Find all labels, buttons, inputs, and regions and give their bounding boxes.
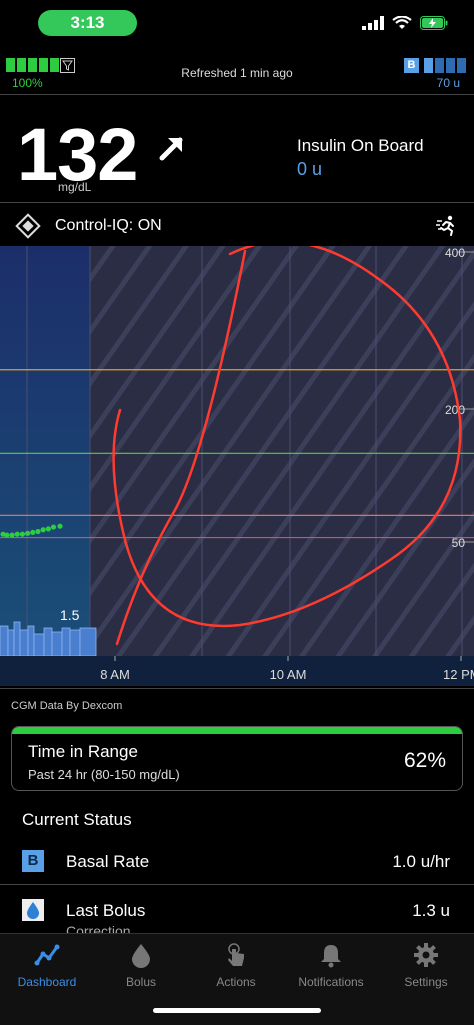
basal-bar xyxy=(27,625,35,657)
basal-bar xyxy=(0,625,9,657)
battery-charging-icon xyxy=(420,16,448,30)
divider xyxy=(0,202,474,203)
basal-bar xyxy=(7,629,15,657)
x-tick-label: 8 AM xyxy=(100,667,130,682)
basal-rate-label: Basal Rate xyxy=(66,852,150,871)
insulin-units: 70 u xyxy=(436,76,460,90)
status-bar: 3:13 xyxy=(0,0,474,48)
time-in-range-title: Time in Range xyxy=(28,742,138,761)
glucose-point xyxy=(30,529,36,536)
tap-hand-icon xyxy=(228,943,244,966)
cgm-source-label: CGM Data By Dexcom xyxy=(11,700,123,712)
divider xyxy=(0,688,474,689)
droplet-icon xyxy=(132,944,150,968)
glucose-point xyxy=(19,531,26,537)
system-icons xyxy=(362,16,448,30)
y-tick-label: 400 xyxy=(445,246,465,260)
tab-label: Actions xyxy=(216,975,256,989)
droplet-icon xyxy=(22,899,44,921)
basal-bar xyxy=(13,621,21,657)
glucose-point xyxy=(4,532,10,538)
glucose-point xyxy=(57,523,63,529)
tab-notifications[interactable]: Notifications xyxy=(284,942,378,989)
time-in-range-subtitle: Past 24 hr (80-150 mg/dL) xyxy=(28,767,180,782)
last-bolus-type: Correction xyxy=(66,923,131,933)
basal-bar xyxy=(43,627,53,657)
current-status-title: Current Status xyxy=(22,810,132,829)
basal-bar xyxy=(33,633,45,657)
tab-label: Bolus xyxy=(125,975,157,989)
time-in-range-bar xyxy=(12,727,462,734)
y-tick-label: 200 xyxy=(445,403,465,417)
glucose-point xyxy=(25,530,31,536)
glucose-chart[interactable]: 1.5 400 200 50 8 AM 10 AM 12 PM xyxy=(0,240,474,686)
iob-value: 0 u xyxy=(297,159,323,179)
basal-bar xyxy=(51,631,63,657)
tab-settings[interactable]: Settings xyxy=(379,942,473,989)
glucose-point xyxy=(40,527,46,533)
basal-bar xyxy=(19,629,29,657)
glucose-point xyxy=(14,531,20,537)
refreshed-label: Refreshed 1 min ago xyxy=(181,66,293,80)
status-row-last-bolus[interactable]: Last Bolus 1.3 u Correction xyxy=(0,889,474,933)
control-iq-diamond-icon xyxy=(15,213,41,239)
arrow-up-right-icon xyxy=(159,137,183,161)
pump-status-bar: 100% Refreshed 1 min ago B 70 u xyxy=(0,56,474,92)
bell-icon xyxy=(321,945,341,968)
basal-rate-value: 1.0 u/hr xyxy=(392,852,450,871)
control-iq-bar[interactable]: Control-IQ: ON xyxy=(0,205,474,247)
future-hatch-area xyxy=(90,246,474,656)
dashboard-icon xyxy=(34,944,60,966)
basal-bar xyxy=(69,629,81,657)
insulin-cartridge-bars xyxy=(424,58,466,73)
last-bolus-value: 1.3 u xyxy=(412,901,450,920)
y-tick-label: 50 xyxy=(452,536,466,550)
x-tick-label: 10 AM xyxy=(270,667,307,682)
x-tick-label: 12 PM xyxy=(443,667,474,682)
divider xyxy=(0,884,474,885)
status-row-basal-rate[interactable]: B Basal Rate 1.0 u/hr xyxy=(0,840,474,884)
basal-rate-label: 1.5 xyxy=(60,607,80,623)
glucose-point xyxy=(50,524,57,530)
basal-badge: B xyxy=(27,852,39,869)
cellular-signal-icon xyxy=(362,16,384,30)
divider xyxy=(0,94,474,95)
wifi-icon xyxy=(392,16,412,29)
cartridge-badge: B xyxy=(404,58,419,73)
basal-bar xyxy=(79,627,97,657)
glucose-point xyxy=(9,532,15,538)
tab-label: Dashboard xyxy=(17,975,77,989)
time-in-range-card[interactable]: Time in Range Past 24 hr (80-150 mg/dL) … xyxy=(11,726,463,791)
home-indicator xyxy=(153,1008,321,1013)
basal-bar xyxy=(61,627,71,657)
gear-icon xyxy=(414,943,438,967)
glucose-unit: mg/dL xyxy=(58,180,92,194)
tab-label: Notifications xyxy=(298,975,364,989)
tab-actions[interactable]: Actions xyxy=(189,942,283,989)
last-bolus-label: Last Bolus xyxy=(66,901,146,920)
tab-bolus[interactable]: Bolus xyxy=(94,942,188,989)
tab-dashboard[interactable]: Dashboard xyxy=(0,942,94,989)
glucose-point xyxy=(35,528,41,535)
glucose-point xyxy=(45,526,51,532)
control-iq-status: Control-IQ: ON xyxy=(55,217,162,234)
glucose-chart-svg[interactable]: 1.5 400 200 50 8 AM 10 AM 12 PM xyxy=(0,240,474,686)
basal-b-icon: B xyxy=(22,850,44,872)
x-axis-band xyxy=(0,656,474,686)
status-time: 3:13 xyxy=(38,10,137,36)
tab-label: Settings xyxy=(404,975,448,989)
time-in-range-percent: 62% xyxy=(403,749,446,772)
iob-label: Insulin On Board xyxy=(297,136,424,155)
exercise-icon[interactable] xyxy=(436,215,458,237)
